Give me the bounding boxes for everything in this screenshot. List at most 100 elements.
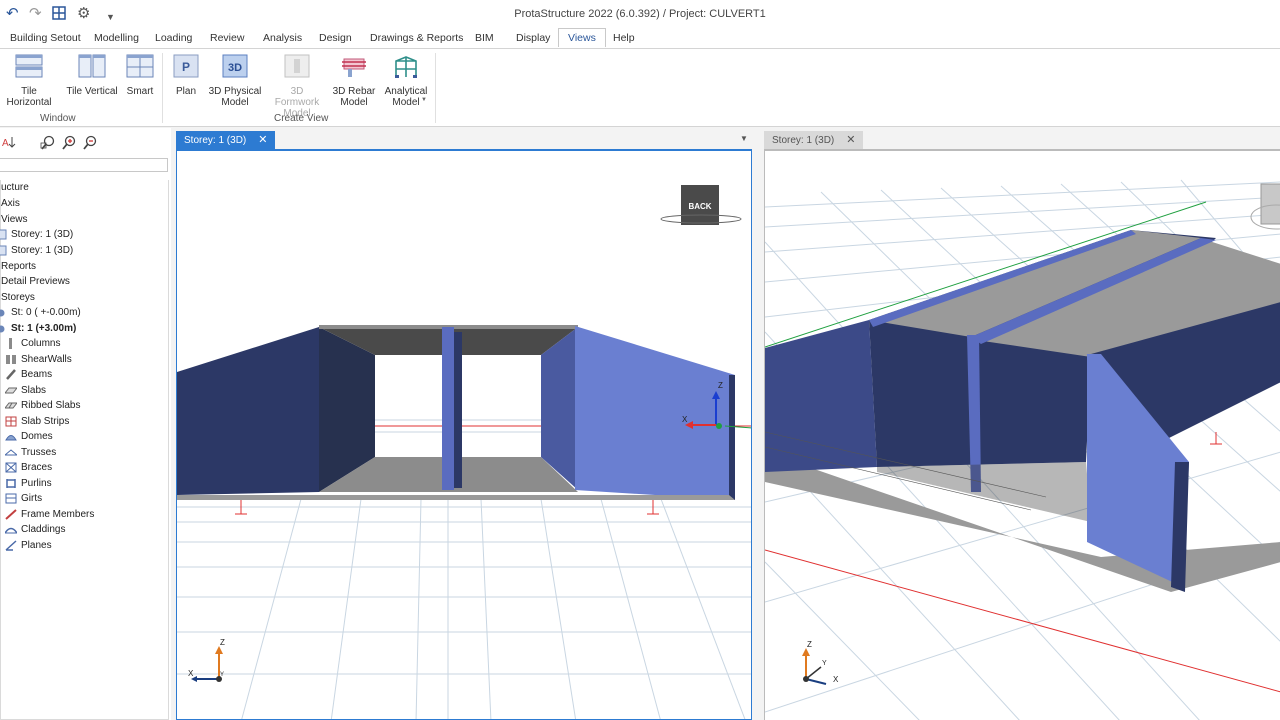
close-icon[interactable]: ✕: [258, 134, 267, 146]
right-viewport-tabs: Storey: 1 (3D) ✕: [764, 128, 1280, 149]
tree-item-ribbed-slabs[interactable]: Ribbed Slabs: [3, 400, 80, 411]
culvert-3d-perspective-view: Z X Y: [765, 179, 1280, 720]
tab-loading[interactable]: Loading: [155, 32, 192, 44]
domes-icon: [5, 431, 17, 442]
analytical-model-button[interactable]: Analytical Model ▼: [382, 53, 430, 108]
tab-bim[interactable]: BIM: [475, 32, 494, 44]
svg-text:X: X: [682, 415, 688, 424]
view-icon: [0, 229, 7, 240]
tree-toolbar: A: [0, 128, 171, 154]
group-window-label: Window: [40, 113, 76, 124]
svg-text:Y: Y: [822, 660, 827, 667]
ribbon: Tile Horizontal Tile Vertical Smart Wind…: [0, 48, 1280, 127]
slab-strips-icon: [5, 416, 17, 427]
svg-text:Z: Z: [807, 640, 812, 649]
tree-item-purlins[interactable]: Purlins: [5, 478, 52, 489]
purlins-icon: [5, 478, 17, 489]
tree-item-trusses[interactable]: Trusses: [3, 447, 56, 458]
tree-item-structure[interactable]: ucture: [1, 182, 29, 193]
svg-text:A: A: [2, 138, 9, 149]
tab-storey-1-3d-right[interactable]: Storey: 1 (3D) ✕: [764, 131, 864, 149]
zoom-plus-icon[interactable]: [61, 135, 77, 151]
svg-text:Y: Y: [220, 672, 224, 678]
3d-physical-icon: 3D: [222, 54, 248, 78]
svg-text:Z: Z: [718, 381, 723, 390]
tree-item-braces[interactable]: Braces: [5, 462, 52, 473]
tab-help[interactable]: Help: [613, 32, 635, 44]
trusses-icon: [3, 447, 19, 458]
tab-drawings-reports[interactable]: Drawings & Reports: [370, 32, 463, 44]
tile-horizontal-button[interactable]: Tile Horizontal: [0, 53, 58, 108]
3d-formwork-model-button[interactable]: 3D Formwork Model: [268, 53, 326, 119]
project-tree-panel: A ucture Axis Views Storey: 1 (3D) Store…: [0, 128, 171, 720]
tab-views[interactable]: Views: [558, 28, 606, 47]
view-icon: [0, 245, 7, 256]
3d-rebar-model-button[interactable]: 3D Rebar Model: [332, 53, 376, 108]
culvert-3d-front-view: Z X BACK Z X Y: [177, 185, 751, 719]
tree-item-slabs[interactable]: Slabs: [3, 385, 46, 396]
tree-item-slab-strips[interactable]: Slab Strips: [5, 416, 69, 427]
tab-storey-1-3d-left[interactable]: Storey: 1 (3D) ✕: [176, 131, 276, 149]
shearwalls-icon: [5, 354, 17, 365]
tree-item-detail-previews[interactable]: Detail Previews: [1, 276, 70, 287]
tree-search-input[interactable]: [0, 158, 168, 172]
tree-item-planes[interactable]: Planes: [5, 540, 52, 551]
sort-icon[interactable]: A: [2, 135, 18, 149]
smart-button[interactable]: Smart: [124, 53, 156, 97]
beams-icon: [5, 369, 17, 380]
right-3d-viewport[interactable]: Z X Y: [764, 149, 1280, 720]
3d-formwork-icon: [284, 54, 310, 78]
tab-review[interactable]: Review: [210, 32, 244, 44]
tab-analysis[interactable]: Analysis: [263, 32, 302, 44]
slabs-icon: [3, 385, 19, 396]
svg-text:BACK: BACK: [688, 202, 711, 211]
tree-item-columns[interactable]: Columns: [5, 338, 60, 349]
tile-vertical-icon: [78, 54, 106, 78]
ribbon-separator: [435, 53, 436, 123]
tab-display[interactable]: Display: [516, 32, 550, 44]
project-tree: ucture Axis Views Storey: 1 (3D) Storey:…: [0, 180, 169, 720]
tree-item-view-1[interactable]: Storey: 1 (3D): [0, 229, 73, 240]
tree-item-storey-0[interactable]: St: 0 ( +-0.00m): [0, 307, 81, 318]
close-icon[interactable]: ✕: [846, 134, 855, 146]
tree-item-storeys[interactable]: Storeys: [1, 292, 35, 303]
tab-design[interactable]: Design: [319, 32, 352, 44]
tree-item-domes[interactable]: Domes: [5, 431, 53, 442]
tree-item-frame-members[interactable]: Frame Members: [5, 509, 94, 520]
tree-item-claddings[interactable]: Claddings: [4, 524, 65, 535]
title-bar: ↶ ↷ ⚙ ▼ ProtaStructure 2022 (6.0.392) / …: [0, 0, 1280, 28]
plan-button[interactable]: P Plan: [170, 53, 202, 97]
tab-list-dropdown-icon[interactable]: ▼: [740, 134, 748, 143]
braces-icon: [5, 462, 17, 473]
tab-building-setout[interactable]: Building Setout: [10, 32, 81, 44]
tree-item-view-2[interactable]: Storey: 1 (3D): [0, 245, 73, 256]
tile-vertical-button[interactable]: Tile Vertical: [66, 53, 118, 97]
tree-item-shearwalls[interactable]: ShearWalls: [5, 354, 72, 365]
zoom-icon[interactable]: [40, 135, 56, 151]
tree-item-views[interactable]: Views: [1, 214, 28, 225]
tree-item-reports[interactable]: Reports: [1, 261, 36, 272]
tree-item-axis[interactable]: Axis: [1, 198, 20, 209]
girts-icon: [5, 493, 17, 504]
storey-icon: [0, 307, 7, 318]
group-create-view-label: Create View: [274, 113, 329, 124]
svg-text:P: P: [182, 60, 190, 74]
tree-item-beams[interactable]: Beams: [5, 369, 52, 380]
tree-item-storey-1[interactable]: St: 1 (+3.00m): [0, 323, 76, 334]
ribbon-separator: [162, 53, 163, 123]
svg-text:X: X: [188, 669, 194, 678]
3d-rebar-icon: [342, 58, 366, 77]
plan-icon: P: [173, 54, 199, 78]
svg-text:3D: 3D: [228, 62, 242, 74]
3d-physical-model-button[interactable]: 3D 3D Physical Model: [208, 53, 262, 108]
tree-item-girts[interactable]: Girts: [5, 493, 42, 504]
left-3d-viewport[interactable]: Z X BACK Z X Y: [176, 149, 752, 720]
storey-icon: [0, 323, 7, 334]
frame-members-icon: [5, 509, 17, 520]
claddings-icon: [4, 524, 18, 535]
tab-modelling[interactable]: Modelling: [94, 32, 139, 44]
ribbon-tabs: Building Setout Modelling Loading Review…: [0, 28, 1280, 48]
window-title: ProtaStructure 2022 (6.0.392) / Project:…: [514, 8, 766, 20]
smart-tile-icon: [126, 54, 154, 78]
zoom-minus-icon[interactable]: [82, 135, 98, 151]
